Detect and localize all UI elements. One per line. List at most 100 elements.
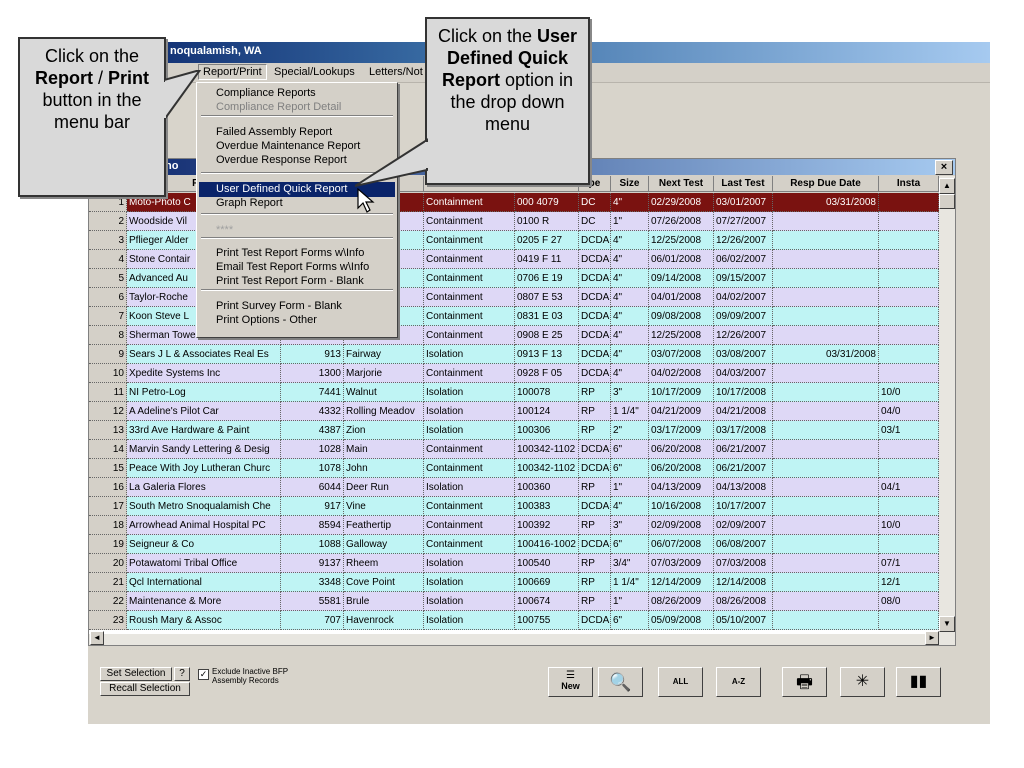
az-label: A-Z	[731, 677, 746, 686]
scroll-thumb[interactable]	[939, 194, 955, 209]
table-cell: 10/0	[879, 516, 939, 535]
column-header[interactable]: Resp Due Date	[773, 176, 879, 192]
table-cell: 07/03/2008	[714, 554, 773, 573]
dropdown-item[interactable]: Email Test Report Forms w\Info	[199, 260, 395, 275]
table-cell: 5581	[281, 592, 344, 611]
callout-left-pointer	[164, 70, 202, 122]
table-row[interactable]: 19 Seigneur & Co 1088 Galloway Containment 10…	[89, 535, 939, 554]
table-cell: Qcl International	[127, 573, 281, 592]
print-button[interactable]: 🖶	[782, 667, 827, 697]
sort-az-button[interactable]: A-Z	[716, 667, 761, 697]
column-header[interactable]: Last Test	[714, 176, 773, 192]
table-row[interactable]: 10 Xpedite Systems Inc 1300 Marjorie Contain…	[89, 364, 939, 383]
scroll-right-icon[interactable]: ►	[925, 631, 939, 645]
all-records-button[interactable]: ALL	[658, 667, 703, 697]
table-cell: 04/13/2009	[649, 478, 714, 497]
table-cell: 0807 E 53	[515, 288, 579, 307]
table-cell: 4332	[281, 402, 344, 421]
table-cell: DCDA	[579, 326, 611, 345]
table-cell: 09/08/2008	[649, 307, 714, 326]
set-selection-button[interactable]: Set Selection	[100, 667, 172, 681]
exclude-inactive-checkbox[interactable]: ✓	[198, 669, 209, 680]
table-cell: 6"	[611, 611, 649, 630]
table-cell	[879, 440, 939, 459]
table-cell	[773, 269, 879, 288]
table-cell: 06/21/2007	[714, 459, 773, 478]
table-cell: 9	[89, 345, 127, 364]
table-row[interactable]: 20 Potawatomi Tribal Office 9137 Rheem Isola…	[89, 554, 939, 573]
menu-special-lookups[interactable]: Special/Lookups	[274, 66, 355, 78]
table-cell: 100078	[515, 383, 579, 402]
table-row[interactable]: 14 Marvin Sandy Lettering & Desig 1028 Main…	[89, 440, 939, 459]
table-cell: 4"	[611, 497, 649, 516]
table-cell: 100342-1102	[515, 459, 579, 478]
table-cell: 917	[281, 497, 344, 516]
table-cell: 6"	[611, 440, 649, 459]
table-cell	[773, 364, 879, 383]
table-cell: Containment	[424, 516, 515, 535]
table-cell: DC	[579, 212, 611, 231]
table-cell	[879, 212, 939, 231]
table-row[interactable]: 9 Sears J L & Associates Real Es 913 Fairwa…	[89, 345, 939, 364]
horizontal-scrollbar[interactable]: ◄ ►	[89, 631, 955, 645]
dropdown-item: Compliance Report Detail	[216, 101, 342, 113]
dropdown-item[interactable]: Print Options - Other	[199, 313, 395, 328]
table-row[interactable]: 11 NI Petro-Log 7441 Walnut Isolation 100078 R…	[89, 383, 939, 402]
table-row[interactable]: 22 Maintenance & More 5581 Brule Isolation 10…	[89, 592, 939, 611]
dropdown-item[interactable]: Print Test Report Form - Blank	[199, 274, 395, 289]
table-cell: DCDA	[579, 364, 611, 383]
menu-report-print[interactable]: Report/Print	[198, 64, 267, 80]
table-row[interactable]: 13 33rd Ave Hardware & Paint 4387 Zion Isola…	[89, 421, 939, 440]
table-cell: Roush Mary & Assoc	[127, 611, 281, 630]
table-cell: La Galeria Flores	[127, 478, 281, 497]
table-cell: 4"	[611, 307, 649, 326]
table-cell: Seigneur & Co	[127, 535, 281, 554]
table-cell: RP	[579, 383, 611, 402]
table-row[interactable]: 12 A Adeline's Pilot Car 4332 Rolling Meado…	[89, 402, 939, 421]
new-record-button[interactable]: ☰ New	[548, 667, 593, 697]
scroll-down-icon[interactable]: ▼	[939, 616, 955, 632]
table-row[interactable]: 18 Arrowhead Animal Hospital PC 8594 Feathe…	[89, 516, 939, 535]
column-header[interactable]: Size	[611, 176, 649, 192]
table-row[interactable]: 21 Qcl International 3348 Cove Point Isolati…	[89, 573, 939, 592]
table-cell: RP	[579, 478, 611, 497]
table-cell	[879, 345, 939, 364]
table-cell: 07/1	[879, 554, 939, 573]
scroll-left-icon[interactable]: ◄	[90, 631, 104, 645]
table-row[interactable]: 15 Peace With Joy Lutheran Churc 1078 John C…	[89, 459, 939, 478]
table-cell: Containment	[424, 364, 515, 383]
dropdown-item[interactable]: Compliance Reports	[199, 86, 395, 101]
table-cell: 10	[89, 364, 127, 383]
table-cell: Havenrock	[344, 611, 424, 630]
table-cell: 100383	[515, 497, 579, 516]
table-cell: Galloway	[344, 535, 424, 554]
table-cell: 03/17/2009	[649, 421, 714, 440]
table-cell: 1"	[611, 592, 649, 611]
table-cell	[773, 421, 879, 440]
search-button[interactable]: 🔍	[598, 667, 643, 697]
table-cell: Rheem	[344, 554, 424, 573]
column-header[interactable]: Insta	[879, 176, 939, 192]
close-icon[interactable]: ×	[935, 160, 953, 175]
columns-button[interactable]: ▮▮	[896, 667, 941, 697]
table-cell: 12	[89, 402, 127, 421]
table-cell: 100124	[515, 402, 579, 421]
table-cell: DCDA	[579, 459, 611, 478]
table-cell	[879, 307, 939, 326]
help-button[interactable]: ?	[174, 667, 190, 681]
select-button[interactable]: ✳	[840, 667, 885, 697]
scroll-up-icon[interactable]: ▲	[939, 178, 955, 194]
table-cell: 03/08/2007	[714, 345, 773, 364]
table-row[interactable]: 16 La Galeria Flores 6044 Deer Run Isolation…	[89, 478, 939, 497]
table-cell: 33rd Ave Hardware & Paint	[127, 421, 281, 440]
table-row[interactable]: 17 South Metro Snoqualamish Che 917 Vine Con…	[89, 497, 939, 516]
recall-selection-button[interactable]: Recall Selection	[100, 682, 190, 696]
table-cell: 13	[89, 421, 127, 440]
vertical-scrollbar[interactable]: ▲ ▼	[939, 176, 955, 634]
dropdown-item[interactable]: Print Test Report Forms w\Info	[199, 246, 395, 261]
table-cell: 06/02/2007	[714, 250, 773, 269]
column-header[interactable]: Next Test	[649, 176, 714, 192]
table-row[interactable]: 23 Roush Mary & Assoc 707 Havenrock Isolatio…	[89, 611, 939, 630]
menu-letters[interactable]: Letters/Not	[369, 66, 423, 78]
dropdown-item[interactable]: Print Survey Form - Blank	[199, 299, 395, 314]
